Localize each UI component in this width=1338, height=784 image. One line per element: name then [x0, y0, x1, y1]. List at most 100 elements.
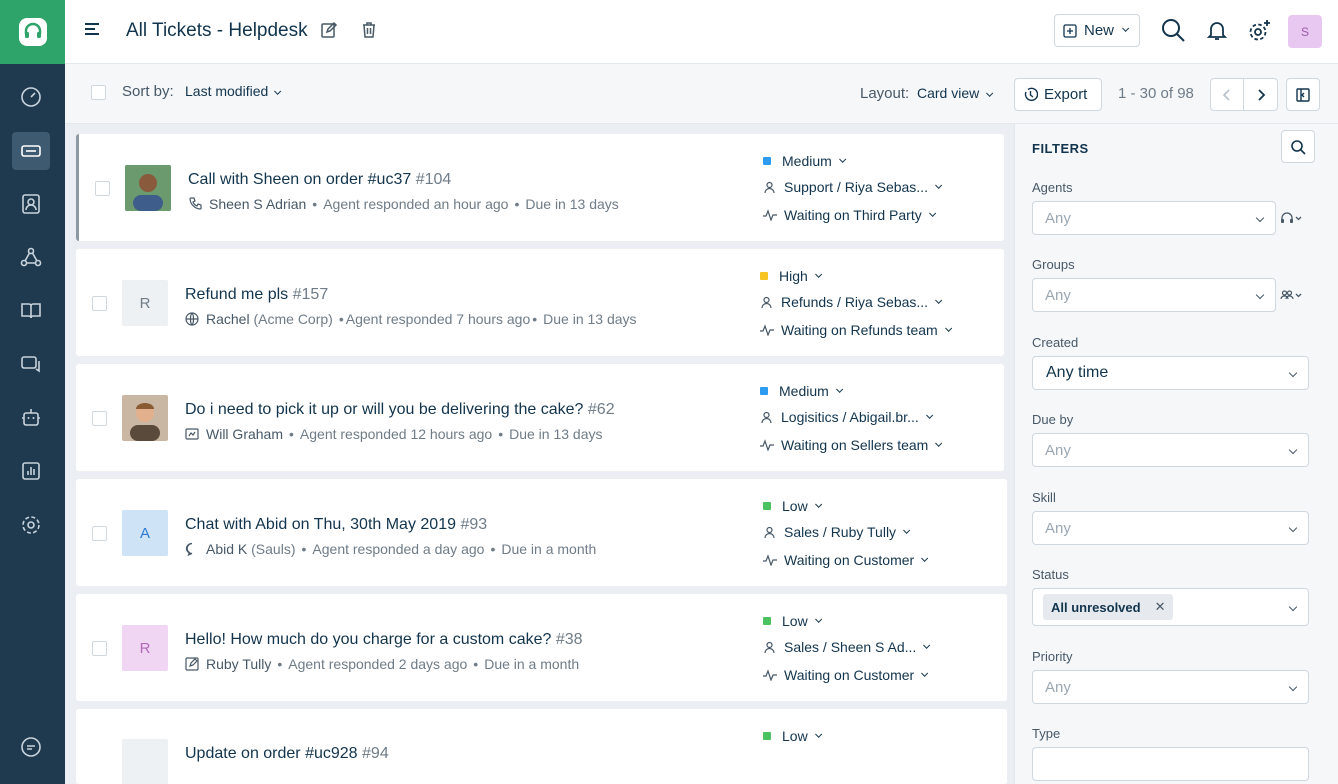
- tickets-icon[interactable]: [12, 132, 50, 170]
- headset-logo-icon: [18, 18, 47, 46]
- search-icon[interactable]: [1159, 16, 1187, 44]
- edit-view-icon[interactable]: [320, 21, 338, 39]
- chevron-right-icon: [1257, 88, 1265, 101]
- user-avatar[interactable]: S: [1288, 15, 1322, 48]
- agent-headset-icon[interactable]: [1280, 211, 1302, 230]
- groups-select[interactable]: Any: [1032, 278, 1276, 312]
- status-dropdown[interactable]: Waiting on Third Party: [763, 207, 936, 223]
- layout-dropdown[interactable]: Card view: [917, 85, 994, 101]
- chat-bubble-icon: [185, 542, 193, 556]
- requester-avatar: R: [122, 625, 168, 671]
- top-header: All Tickets - Helpdesk New S: [65, 0, 1338, 64]
- assignment-dropdown[interactable]: Sales / Ruby Tully: [763, 524, 911, 540]
- status-select[interactable]: All unresolved ✕: [1032, 588, 1309, 626]
- ticket-subject[interactable]: Chat with Abid on Thu, 30th May 2019 #93: [185, 516, 487, 534]
- ticket-subject[interactable]: Do i need to pick it up or will you be d…: [185, 401, 615, 419]
- filter-search-button[interactable]: [1281, 130, 1315, 163]
- skill-select[interactable]: Any: [1032, 511, 1309, 545]
- assignment-dropdown[interactable]: Support / Riya Sebas...: [763, 179, 943, 195]
- requester-avatar: A: [122, 510, 168, 556]
- priority-dropdown[interactable]: Low: [763, 613, 822, 629]
- phone-icon: [189, 197, 202, 210]
- remove-chip-icon[interactable]: ✕: [1155, 599, 1166, 615]
- reports-icon[interactable]: [12, 452, 50, 490]
- delete-view-icon[interactable]: [360, 21, 378, 39]
- priority-dropdown[interactable]: Low: [763, 498, 822, 514]
- group-people-icon[interactable]: [1280, 288, 1302, 307]
- status-dropdown[interactable]: Waiting on Refunds team: [760, 322, 952, 338]
- app-logo[interactable]: [0, 0, 65, 64]
- chat-support-icon[interactable]: [12, 728, 50, 766]
- status-dropdown[interactable]: Waiting on Customer: [763, 667, 929, 683]
- ticket-checkbox[interactable]: [92, 411, 107, 426]
- pagination-text: 1 - 30 of 98: [1118, 85, 1194, 102]
- ticket-card[interactable]: R Refund me pls #157 Rachel (Acme Corp) •…: [76, 249, 1004, 356]
- groups-icon[interactable]: [12, 238, 50, 276]
- due-by-select[interactable]: Any: [1032, 433, 1309, 467]
- status-pulse-icon: [763, 209, 777, 221]
- ticket-subject[interactable]: Hello! How much do you charge for a cust…: [185, 631, 583, 649]
- next-page-button[interactable]: [1244, 78, 1278, 111]
- ticket-checkbox[interactable]: [92, 296, 107, 311]
- chevron-left-icon: [1222, 88, 1230, 101]
- assignment-dropdown[interactable]: Refunds / Riya Sebas...: [760, 294, 943, 310]
- groups-label: Groups: [1032, 257, 1075, 272]
- status-pulse-icon: [763, 554, 777, 566]
- contacts-icon[interactable]: [12, 185, 50, 223]
- ticket-checkbox[interactable]: [92, 526, 107, 541]
- new-button[interactable]: New: [1054, 14, 1140, 47]
- ticket-meta: Abid K (Sauls) • Agent responded a day ag…: [185, 541, 596, 557]
- status-dropdown[interactable]: Waiting on Customer: [763, 552, 929, 568]
- priority-dropdown[interactable]: Medium: [760, 383, 843, 399]
- agent-icon: [761, 296, 772, 308]
- plus-box-icon: [1063, 23, 1077, 38]
- ticket-subject[interactable]: Update on order #uc928 #94: [185, 745, 389, 763]
- menu-toggle-icon[interactable]: [83, 20, 103, 40]
- priority-dropdown[interactable]: High: [760, 268, 822, 284]
- status-label: Status: [1032, 567, 1069, 582]
- agent-icon: [761, 411, 772, 423]
- dashboard-icon[interactable]: [12, 78, 50, 116]
- settings-gear-icon[interactable]: [12, 506, 50, 544]
- ticket-card[interactable]: Update on order #uc928 #94 Low: [76, 709, 1007, 784]
- priority-select[interactable]: Any: [1032, 670, 1309, 704]
- priority-dropdown[interactable]: Low: [763, 728, 822, 744]
- assignment-dropdown[interactable]: Logisitics / Abigail.br...: [760, 409, 933, 425]
- export-button[interactable]: Export: [1014, 78, 1102, 111]
- admin-bot-icon[interactable]: [12, 399, 50, 437]
- ticket-checkbox[interactable]: [92, 641, 107, 656]
- priority-dropdown[interactable]: Medium: [763, 153, 846, 169]
- layout-label: Layout:: [860, 85, 910, 102]
- select-all-checkbox[interactable]: [91, 85, 106, 100]
- sort-dropdown[interactable]: Last modified: [185, 83, 282, 99]
- ticket-card[interactable]: Call with Sheen on order #uc37 #104 Shee…: [76, 134, 1004, 241]
- type-select[interactable]: [1032, 747, 1309, 781]
- priority-label: Priority: [1032, 649, 1073, 664]
- assignment-dropdown[interactable]: Sales / Sheen S Ad...: [763, 639, 931, 655]
- status-pulse-icon: [760, 439, 774, 451]
- toggle-filters-button[interactable]: [1286, 78, 1320, 111]
- social-feed-icon: [185, 428, 199, 440]
- search-icon: [1291, 139, 1306, 155]
- prev-page-button[interactable]: [1210, 78, 1244, 111]
- requester-avatar: [122, 739, 168, 784]
- ticket-meta: Ruby Tully • Agent responded 2 days ago • …: [185, 656, 579, 672]
- ticket-card[interactable]: R Hello! How much do you charge for a cu…: [76, 594, 1007, 701]
- apps-gear-icon[interactable]: [1246, 16, 1274, 44]
- ticket-checkbox[interactable]: [95, 181, 110, 196]
- agents-label: Agents: [1032, 180, 1073, 195]
- forums-icon[interactable]: [12, 345, 50, 383]
- created-select[interactable]: Any time: [1032, 356, 1309, 390]
- solutions-book-icon[interactable]: [12, 292, 50, 330]
- portal-icon: [185, 657, 199, 671]
- notifications-bell-icon[interactable]: [1203, 16, 1231, 44]
- globe-icon: [185, 312, 199, 326]
- status-chip: All unresolved ✕: [1043, 594, 1174, 620]
- ticket-card[interactable]: A Chat with Abid on Thu, 30th May 2019 #…: [76, 479, 1007, 586]
- status-dropdown[interactable]: Waiting on Sellers team: [760, 437, 943, 453]
- ticket-card[interactable]: Do i need to pick it up or will you be d…: [76, 364, 1004, 471]
- type-label: Type: [1032, 726, 1061, 741]
- ticket-subject[interactable]: Call with Sheen on order #uc37 #104: [188, 171, 451, 189]
- ticket-subject[interactable]: Refund me pls #157: [185, 286, 328, 304]
- agents-select[interactable]: Any: [1032, 201, 1276, 235]
